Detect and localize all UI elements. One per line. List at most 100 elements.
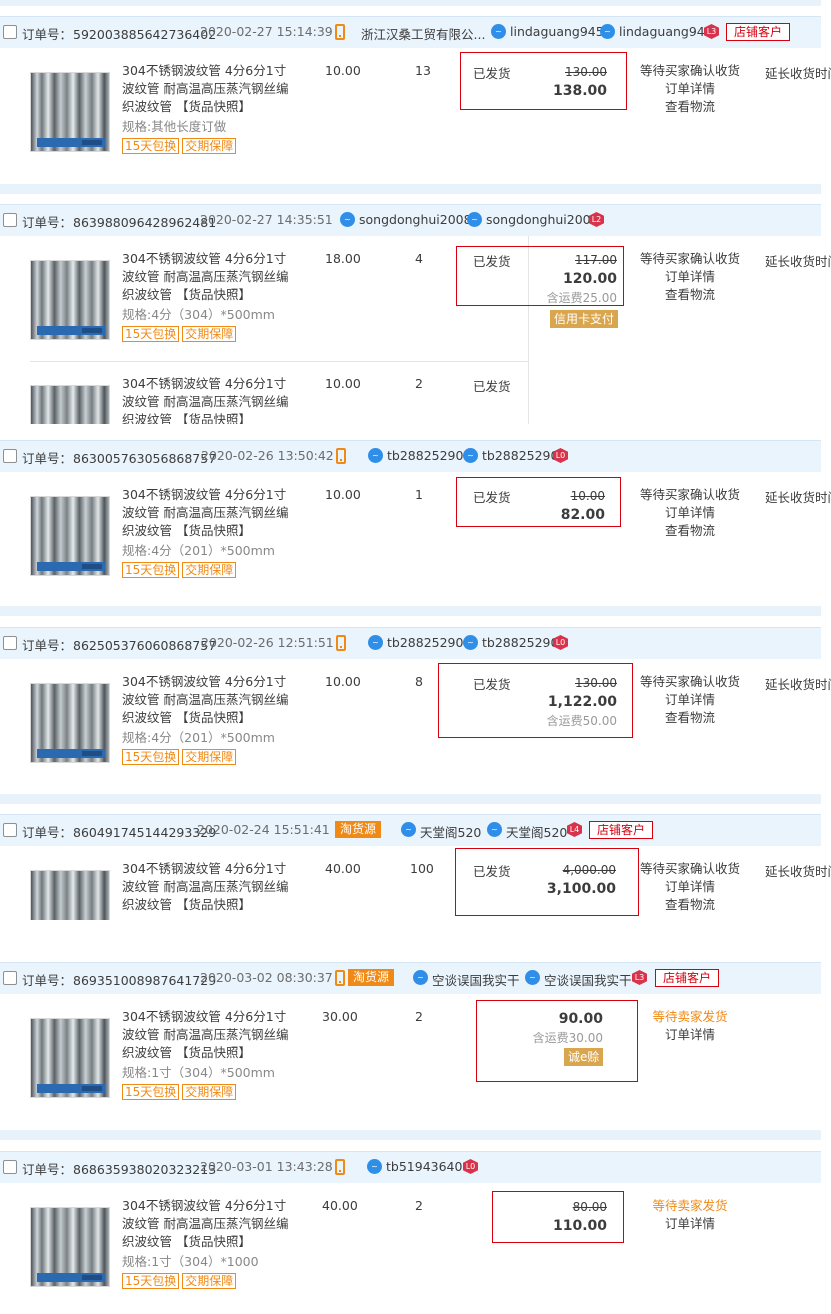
product-title[interactable]: 304不锈钢波纹管 4分6分1寸波纹管 耐高温高压蒸汽钢丝编织波纹管 【货品快照…	[122, 375, 297, 424]
taobao-source-tag: 淘货源	[335, 821, 382, 838]
wangwang-chat-icon[interactable]: ~	[600, 24, 615, 39]
seller-nickname[interactable]: tb519436404	[386, 1159, 470, 1174]
buyer-nickname[interactable]: lindaguang945	[619, 24, 713, 39]
order-checkbox[interactable]	[3, 25, 17, 39]
product-thumbnail[interactable]	[30, 496, 110, 576]
tag-return-15-days[interactable]: 15天包换	[122, 749, 180, 765]
buyer-level-badge-icon: L3	[632, 970, 647, 985]
view-logistics-link[interactable]: 查看物流	[630, 98, 750, 116]
order-header: 订单号：863005763056868757 2020-02-26 13:50:…	[0, 440, 821, 472]
order-detail-link[interactable]: 订单详情	[630, 1026, 750, 1044]
product-title[interactable]: 304不锈钢波纹管 4分6分1寸波纹管 耐高温高压蒸汽钢丝编织波纹管 【货品快照…	[122, 1197, 297, 1251]
wangwang-chat-icon[interactable]: ~	[368, 448, 383, 463]
product-title[interactable]: 304不锈钢波纹管 4分6分1寸波纹管 耐高温高压蒸汽钢丝编织波纹管 【货品快照…	[122, 486, 297, 540]
order-detail-link[interactable]: 订单详情	[630, 80, 750, 98]
order-number: 订单号：868635938020323213	[22, 1162, 217, 1177]
extend-receipt-link[interactable]: 延长收货时间	[765, 63, 831, 82]
order-item: 304不锈钢波纹管 4分6分1寸波纹管 耐高温高压蒸汽钢丝编织波纹管 【货品快照…	[0, 361, 831, 424]
seller-nickname[interactable]: lindaguang945	[510, 24, 604, 39]
order-date: 2020-02-26 12:51:51	[201, 635, 334, 650]
seller-nickname[interactable]: tb28825290	[387, 635, 463, 650]
buyer-nickname[interactable]: 空谈误国我实干	[544, 970, 632, 989]
product-title[interactable]: 304不锈钢波纹管 4分6分1寸波纹管 耐高温高压蒸汽钢丝编织波纹管 【货品快照…	[122, 1008, 297, 1062]
wangwang-chat-icon[interactable]: ~	[487, 822, 502, 837]
extend-receipt-link[interactable]: 延长收货时间	[765, 251, 831, 270]
highlight-box	[455, 848, 639, 916]
buyer-nickname[interactable]: songdonghui2008	[486, 212, 599, 227]
wangwang-chat-icon[interactable]: ~	[401, 822, 416, 837]
order-detail-link[interactable]: 订单详情	[630, 1215, 750, 1233]
order-checkbox[interactable]	[3, 213, 17, 227]
tag-delivery-guarantee[interactable]: 交期保障	[182, 1273, 237, 1289]
taobao-source-tag: 淘货源	[348, 969, 395, 986]
seller-nickname[interactable]: 天堂阁520	[420, 822, 481, 841]
tag-delivery-guarantee[interactable]: 交期保障	[182, 562, 237, 578]
wangwang-chat-icon[interactable]: ~	[368, 635, 383, 650]
wangwang-chat-icon[interactable]: ~	[340, 212, 355, 227]
order-detail-link[interactable]: 订单详情	[630, 691, 750, 709]
wangwang-chat-icon[interactable]: ~	[463, 635, 478, 650]
seller-nickname[interactable]: tb28825290	[387, 448, 463, 463]
product-thumbnail[interactable]	[30, 260, 110, 340]
extend-receipt-link[interactable]: 延长收货时间	[765, 674, 831, 693]
tag-return-15-days[interactable]: 15天包换	[122, 562, 180, 578]
product-thumbnail[interactable]	[30, 683, 110, 763]
thumbnail-brand-strip	[37, 1084, 105, 1093]
highlight-box	[456, 477, 621, 527]
order-checkbox[interactable]	[3, 971, 17, 985]
item-status: 已发货	[473, 379, 511, 394]
buyer-nickname[interactable]: tb28825290	[482, 635, 558, 650]
seller-nickname[interactable]: 空谈误国我实干	[432, 970, 520, 989]
product-title[interactable]: 304不锈钢波纹管 4分6分1寸波纹管 耐高温高压蒸汽钢丝编织波纹管 【货品快照…	[122, 673, 297, 727]
view-logistics-link[interactable]: 查看物流	[630, 896, 750, 914]
order-detail-link[interactable]: 订单详情	[630, 504, 750, 522]
buyer-nickname[interactable]: tb28825290	[482, 448, 558, 463]
order-number: 订单号：592003885642736402	[22, 27, 217, 42]
tag-delivery-guarantee[interactable]: 交期保障	[182, 326, 237, 342]
order-checkbox[interactable]	[3, 1160, 17, 1174]
order-date: 2020-02-27 15:14:39	[200, 24, 333, 39]
thumbnail-brand-strip	[37, 1273, 105, 1282]
view-logistics-link[interactable]: 查看物流	[630, 522, 750, 540]
product-thumbnail[interactable]	[30, 870, 110, 920]
product-spec: 规格:4分（201）*500mm	[122, 730, 275, 745]
view-logistics-link[interactable]: 查看物流	[630, 286, 750, 304]
unit-price: 30.00	[322, 1009, 358, 1024]
wangwang-chat-icon[interactable]: ~	[463, 448, 478, 463]
product-thumbnail[interactable]	[30, 72, 110, 152]
order-actions: 等待买家确认收货 订单详情 查看物流	[630, 673, 750, 727]
tag-return-15-days[interactable]: 15天包换	[122, 326, 180, 342]
wangwang-chat-icon[interactable]: ~	[413, 970, 428, 985]
order-item: 304不锈钢波纹管 4分6分1寸波纹管 耐高温高压蒸汽钢丝编织波纹管 【货品快照…	[0, 48, 831, 188]
order-checkbox[interactable]	[3, 449, 17, 463]
order-detail-link[interactable]: 订单详情	[630, 878, 750, 896]
tag-return-15-days[interactable]: 15天包换	[122, 1084, 180, 1100]
product-title[interactable]: 304不锈钢波纹管 4分6分1寸波纹管 耐高温高压蒸汽钢丝编织波纹管 【货品快照…	[122, 860, 297, 914]
extend-receipt-link[interactable]: 延长收货时间	[765, 861, 831, 880]
view-logistics-link[interactable]: 查看物流	[630, 709, 750, 727]
tag-delivery-guarantee[interactable]: 交期保障	[182, 1084, 237, 1100]
highlight-box	[476, 1000, 638, 1082]
product-thumbnail[interactable]	[30, 1018, 110, 1098]
order-date: 2020-02-27 14:35:51	[200, 212, 333, 227]
order-checkbox[interactable]	[3, 636, 17, 650]
wangwang-chat-icon[interactable]: ~	[367, 1159, 382, 1174]
tag-return-15-days[interactable]: 15天包换	[122, 138, 180, 154]
order-checkbox[interactable]	[3, 823, 17, 837]
unit-price: 10.00	[325, 487, 361, 502]
extend-receipt-link[interactable]: 延长收货时间	[765, 487, 831, 506]
wangwang-chat-icon[interactable]: ~	[491, 24, 506, 39]
product-thumbnail[interactable]	[30, 1207, 110, 1287]
buyer-nickname[interactable]: 天堂阁520	[506, 822, 567, 841]
wangwang-chat-icon[interactable]: ~	[467, 212, 482, 227]
tag-return-15-days[interactable]: 15天包换	[122, 1273, 180, 1289]
seller-nickname[interactable]: songdonghui2008	[359, 212, 472, 227]
product-title[interactable]: 304不锈钢波纹管 4分6分1寸波纹管 耐高温高压蒸汽钢丝编织波纹管 【货品快照…	[122, 250, 297, 304]
wangwang-chat-icon[interactable]: ~	[525, 970, 540, 985]
tag-delivery-guarantee[interactable]: 交期保障	[182, 138, 237, 154]
shop-name[interactable]: 浙江汉桑工贸有限公...	[361, 24, 485, 43]
product-thumbnail[interactable]	[30, 385, 110, 424]
order-detail-link[interactable]: 订单详情	[630, 268, 750, 286]
tag-delivery-guarantee[interactable]: 交期保障	[182, 749, 237, 765]
product-title[interactable]: 304不锈钢波纹管 4分6分1寸波纹管 耐高温高压蒸汽钢丝编织波纹管 【货品快照…	[122, 62, 297, 116]
